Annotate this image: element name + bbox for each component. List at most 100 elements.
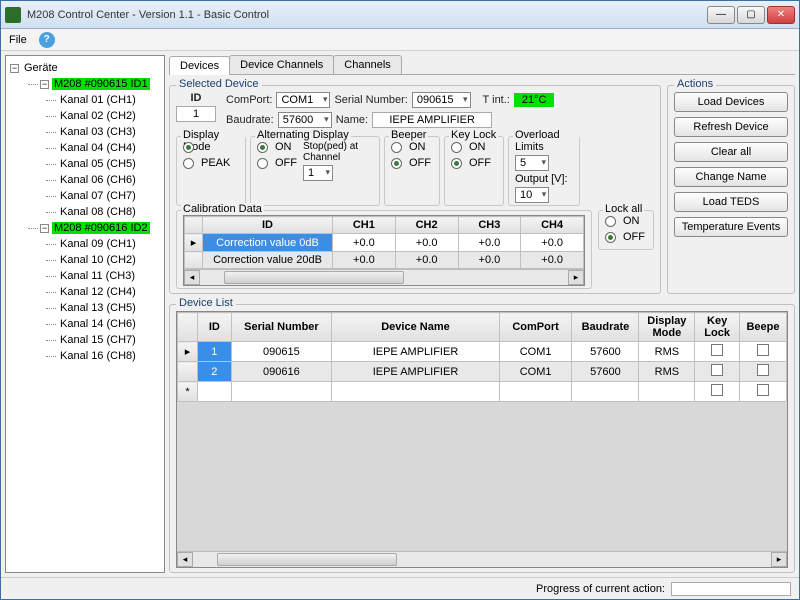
name-field[interactable]: IEPE AMPLIFIER <box>372 112 492 128</box>
cell[interactable]: COM1 <box>499 342 572 362</box>
refresh-device-button[interactable]: Refresh Device <box>674 117 788 137</box>
radio-alt-off[interactable] <box>257 158 268 169</box>
tree-channel[interactable]: Kanal 15 (CH7) <box>58 334 138 346</box>
cell[interactable]: +0.0 <box>458 234 521 252</box>
tree-collapse-icon[interactable]: − <box>40 224 49 233</box>
radio-alt-on[interactable] <box>257 142 268 153</box>
cell[interactable]: +0.0 <box>395 252 458 269</box>
cell[interactable]: 1 <box>198 342 232 362</box>
tab-channels[interactable]: Channels <box>333 55 401 74</box>
tree-channel[interactable]: Kanal 11 (CH3) <box>58 270 137 282</box>
cell[interactable]: IEPE AMPLIFIER <box>332 342 500 362</box>
tree-channel[interactable]: Kanal 10 (CH2) <box>58 254 138 266</box>
tree-collapse-icon[interactable]: − <box>40 80 49 89</box>
radio-beeper-off[interactable] <box>391 158 402 169</box>
cell[interactable]: 090615 <box>231 342 332 362</box>
col-header[interactable]: Serial Number <box>231 313 332 342</box>
col-header[interactable]: Baudrate <box>572 313 639 342</box>
tree-channel[interactable]: Kanal 05 (CH5) <box>58 158 138 170</box>
cell[interactable]: RMS <box>639 362 695 382</box>
device-list-table[interactable]: ID Serial Number Device Name ComPort Bau… <box>176 311 788 568</box>
col-header[interactable]: ID <box>203 217 333 234</box>
load-devices-button[interactable]: Load Devices <box>674 92 788 112</box>
tree-channel[interactable]: Kanal 08 (CH8) <box>58 206 138 218</box>
cell[interactable]: 090616 <box>231 362 332 382</box>
output-select[interactable]: 10 <box>515 187 549 203</box>
calibration-table[interactable]: ID CH1 CH2 CH3 CH4 ▸ Correction value 0d… <box>183 215 585 286</box>
cell-checkbox[interactable] <box>739 362 786 382</box>
change-name-button[interactable]: Change Name <box>674 167 788 187</box>
cell[interactable]: +0.0 <box>458 252 521 269</box>
tree-channel[interactable]: Kanal 09 (CH1) <box>58 238 138 250</box>
id-field[interactable]: 1 <box>176 106 216 122</box>
cell[interactable]: 57600 <box>572 342 639 362</box>
menu-file[interactable]: File <box>9 34 27 46</box>
h-scrollbar[interactable]: ◂▸ <box>184 269 584 285</box>
cell[interactable]: +0.0 <box>333 234 396 252</box>
tree-channel[interactable]: Kanal 06 (CH6) <box>58 174 138 186</box>
col-header[interactable]: Key Lock <box>695 313 740 342</box>
cell[interactable]: +0.0 <box>333 252 396 269</box>
cell-checkbox[interactable] <box>695 382 740 402</box>
clear-all-button[interactable]: Clear all <box>674 142 788 162</box>
cell-checkbox[interactable] <box>739 382 786 402</box>
tree-channel[interactable]: Kanal 01 (CH1) <box>58 94 138 106</box>
sensor-select[interactable]: 5 <box>515 155 549 171</box>
cell[interactable]: Correction value 20dB <box>203 252 333 269</box>
device-tree[interactable]: −Geräte −M208 #090615 ID1 Kanal 01 (CH1)… <box>5 55 165 573</box>
serial-select[interactable]: 090615 <box>412 92 471 108</box>
tree-channel[interactable]: Kanal 16 (CH8) <box>58 350 138 362</box>
help-icon[interactable]: ? <box>39 32 55 48</box>
col-header[interactable]: CH4 <box>521 217 584 234</box>
radio-beeper-on[interactable] <box>391 142 402 153</box>
tree-channel[interactable]: Kanal 03 (CH3) <box>58 126 138 138</box>
cell-checkbox[interactable] <box>739 342 786 362</box>
maximize-button[interactable]: ▢ <box>737 6 765 24</box>
col-header[interactable]: Display Mode <box>639 313 695 342</box>
close-button[interactable]: ✕ <box>767 6 795 24</box>
tree-channel[interactable]: Kanal 04 (CH4) <box>58 142 138 154</box>
cell-checkbox[interactable] <box>695 362 740 382</box>
cell[interactable]: IEPE AMPLIFIER <box>332 362 500 382</box>
cell[interactable]: Correction value 0dB <box>203 234 333 252</box>
tree-channel[interactable]: Kanal 02 (CH2) <box>58 110 138 122</box>
cell-checkbox[interactable] <box>695 342 740 362</box>
tree-device[interactable]: M208 #090615 ID1 <box>52 78 150 90</box>
tree-channel[interactable]: Kanal 14 (CH6) <box>58 318 138 330</box>
cell[interactable]: +0.0 <box>521 234 584 252</box>
tree-device[interactable]: M208 #090616 ID2 <box>52 222 150 234</box>
minimize-button[interactable]: — <box>707 6 735 24</box>
stop-channel-select[interactable]: 1 <box>303 165 333 181</box>
tree-channel[interactable]: Kanal 13 (CH5) <box>58 302 138 314</box>
col-header[interactable]: CH3 <box>458 217 521 234</box>
cell[interactable]: +0.0 <box>395 234 458 252</box>
radio-lockall-off[interactable] <box>605 232 616 243</box>
cell[interactable]: +0.0 <box>521 252 584 269</box>
cell[interactable]: 57600 <box>572 362 639 382</box>
cell[interactable]: 2 <box>198 362 232 382</box>
col-header[interactable]: ComPort <box>499 313 572 342</box>
baud-select[interactable]: 57600 <box>278 112 332 128</box>
cell[interactable]: RMS <box>639 342 695 362</box>
col-header[interactable]: ID <box>198 313 232 342</box>
radio-rms[interactable] <box>183 142 194 153</box>
radio-keylock-on[interactable] <box>451 142 462 153</box>
col-header[interactable]: CH1 <box>333 217 396 234</box>
load-teds-button[interactable]: Load TEDS <box>674 192 788 212</box>
tree-root-label[interactable]: Geräte <box>22 62 60 74</box>
tree-channel[interactable]: Kanal 07 (CH7) <box>58 190 138 202</box>
radio-peak[interactable] <box>183 158 194 169</box>
temperature-events-button[interactable]: Temperature Events <box>674 217 788 237</box>
h-scrollbar[interactable]: ◂▸ <box>177 551 787 567</box>
cell[interactable]: COM1 <box>499 362 572 382</box>
tree-collapse-icon[interactable]: − <box>10 64 19 73</box>
tab-device-channels[interactable]: Device Channels <box>229 55 334 74</box>
col-header[interactable]: CH2 <box>395 217 458 234</box>
tree-channel[interactable]: Kanal 12 (CH4) <box>58 286 138 298</box>
tab-devices[interactable]: Devices <box>169 56 230 75</box>
col-header[interactable]: Beepe <box>739 313 786 342</box>
comport-select[interactable]: COM1 <box>276 92 330 108</box>
radio-keylock-off[interactable] <box>451 158 462 169</box>
col-header[interactable]: Device Name <box>332 313 500 342</box>
radio-lockall-on[interactable] <box>605 216 616 227</box>
